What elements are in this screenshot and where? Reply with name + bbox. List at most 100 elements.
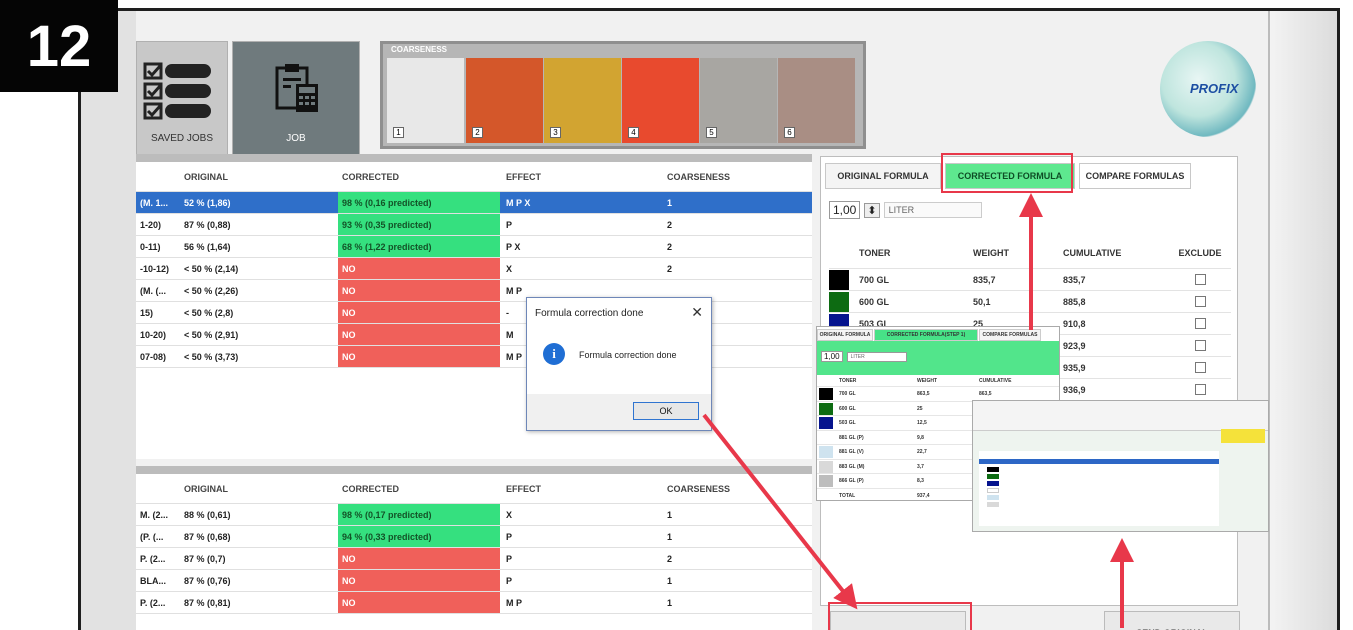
inset-swatch <box>819 402 833 415</box>
job-clipboard-icon <box>275 64 318 112</box>
toner-cumulative: 936,9 <box>1063 384 1086 395</box>
unit-select[interactable]: LITER <box>883 202 982 218</box>
coarseness-swatch-3[interactable]: 3 <box>544 58 621 143</box>
saved-jobs-button[interactable]: SAVED JOBS <box>136 41 228 157</box>
swatch-number: 3 <box>550 127 561 138</box>
inset-swatch <box>819 417 833 429</box>
inset-col-weight: WEIGHT <box>917 378 937 384</box>
toner-color-swatch <box>829 270 849 290</box>
formula-row[interactable]: 600 GL 50,1 885,8 <box>829 291 1231 313</box>
close-icon[interactable]: ✕ <box>691 304 703 321</box>
col-effect: EFFECT <box>506 483 541 494</box>
quantity-input[interactable]: 1,00 <box>829 201 861 219</box>
col-effect: EFFECT <box>506 171 541 182</box>
exclude-checkbox[interactable] <box>1194 318 1206 329</box>
row-coarseness: 1 <box>667 509 673 520</box>
exclude-cell <box>1175 269 1225 290</box>
inset2-swatch <box>987 474 999 479</box>
formula-row[interactable]: 700 GL 835,7 835,7 <box>829 269 1231 291</box>
row-name: (P. (... <box>140 531 164 542</box>
corrected-tab-highlight <box>941 153 1073 193</box>
row-name: (M. 1... <box>140 197 169 208</box>
row-corrected: 98 % (0,17 predicted) <box>338 504 500 525</box>
exclude-cell <box>1175 357 1225 378</box>
toner-cumulative: 910,8 <box>1063 318 1086 329</box>
dialog-title: Formula correction done <box>535 308 644 319</box>
coarseness-swatch-6[interactable]: 6 <box>778 58 855 143</box>
toner-weight: 835,7 <box>973 274 996 285</box>
send-original-button[interactable]: SEND ORIGINAL <box>1104 611 1240 630</box>
row-corrected: NO <box>338 346 500 367</box>
tab-compare-formulas[interactable]: COMPARE FORMULAS <box>1079 163 1191 189</box>
profix-logo: PROFIX <box>1160 41 1256 137</box>
inset-toner: 503 GL <box>839 420 856 426</box>
inset-weight: 9,8 <box>917 434 924 441</box>
table-row[interactable]: 0-11) 56 % (1,64) 68 % (1,22 predicted) P X… <box>136 236 812 258</box>
exclude-checkbox[interactable] <box>1194 296 1206 307</box>
coarseness-swatch-4[interactable]: 4 <box>622 58 699 143</box>
coarseness-swatch-5[interactable]: 5 <box>700 58 777 143</box>
row-name: 10-20) <box>140 329 167 340</box>
row-effect: P <box>506 219 513 230</box>
table-row[interactable]: P. (2... 87 % (0,7) NO P 2 <box>136 548 812 570</box>
step-number-badge: 12 <box>0 0 118 92</box>
exclude-checkbox[interactable] <box>1194 274 1206 285</box>
inset-swatch <box>819 431 833 444</box>
table-row[interactable]: 1-20) 87 % (0,88) 93 % (0,35 predicted) P 2 <box>136 214 812 236</box>
inset-weight: 937,4 <box>917 492 930 499</box>
quantity-stepper[interactable]: ⬍ <box>864 202 880 218</box>
col-original: ORIGINAL <box>184 171 228 182</box>
row-coarseness: 1 <box>667 197 673 208</box>
col-original: ORIGINAL <box>184 483 228 494</box>
row-original: < 50 % (2,14) <box>184 263 239 274</box>
table-row[interactable]: (M. 1... 52 % (1,86) 98 % (0,16 predicted)… <box>136 192 812 214</box>
col-cumulative: CUMULATIVE <box>1063 247 1122 258</box>
row-original: 87 % (0,81) <box>184 597 231 608</box>
row-name: M. (2... <box>140 509 169 520</box>
tab-original-formula[interactable]: ORIGINAL FORMULA <box>825 163 941 189</box>
dialog-message: Formula correction done <box>579 350 677 360</box>
coarseness-swatch-2[interactable]: 2 <box>466 58 543 143</box>
coarseness-title: COARSENESS <box>391 45 448 54</box>
ok-button[interactable]: OK <box>633 402 699 420</box>
inset-weight: 863,5 <box>917 391 930 397</box>
swatch-number: 5 <box>706 127 717 138</box>
table-row[interactable]: (P. (... 87 % (0,68) 94 % (0,33 predicted)… <box>136 526 812 548</box>
inset-swatch <box>819 460 833 473</box>
inset-header-row: TONER WEIGHT CUMULATIVE <box>817 375 1059 387</box>
row-coarseness: 1 <box>667 575 673 586</box>
inset-swatch <box>819 446 833 458</box>
bottom-button-highlight <box>828 602 972 630</box>
row-name: P. (2... <box>140 553 166 564</box>
row-corrected: NO <box>338 258 500 279</box>
table-header: ORIGINAL CORRECTED EFFECT COARSENESS <box>136 162 812 192</box>
table-row[interactable]: -10-12) < 50 % (2,14) NO X 2 <box>136 258 812 280</box>
job-button[interactable]: JOB <box>232 41 360 157</box>
quantity-row: 1,00 ⬍ LITER <box>829 199 982 221</box>
inset-tab-compare: COMPARE FORMULAS <box>979 329 1041 341</box>
inset-toner: 600 GL <box>839 405 856 412</box>
row-name: 07-08) <box>140 351 167 362</box>
inset-weight: 8,3 <box>917 478 924 484</box>
formula-correction-dialog: Formula correction done ✕ i Formula corr… <box>526 297 712 431</box>
row-name: P. (2... <box>140 597 166 608</box>
exclude-cell <box>1175 335 1225 356</box>
table-row[interactable]: M. (2... 88 % (0,61) 98 % (0,17 predicted)… <box>136 504 812 526</box>
monitor-bezel <box>1268 11 1337 630</box>
row-effect: P <box>506 553 513 564</box>
row-original: 52 % (1,86) <box>184 197 231 208</box>
exclude-checkbox[interactable] <box>1194 362 1206 373</box>
row-coarseness: 1 <box>667 597 673 608</box>
coarseness-swatch-1[interactable]: 1 <box>387 58 464 143</box>
inset-quantity-row: 1,00 LITER <box>821 351 907 362</box>
row-original: 56 % (1,64) <box>184 241 231 252</box>
exclude-checkbox[interactable] <box>1194 384 1206 395</box>
row-effect: P <box>506 575 513 586</box>
table-row[interactable]: P. (2... 87 % (0,81) NO M P 1 <box>136 592 812 614</box>
row-corrected: 68 % (1,22 predicted) <box>338 236 500 257</box>
exclude-checkbox[interactable] <box>1194 340 1206 351</box>
toner-color-swatch <box>829 292 849 312</box>
inset2-header <box>973 401 1268 431</box>
table-row[interactable]: BLA... 87 % (0,76) NO P 1 <box>136 570 812 592</box>
row-corrected: NO <box>338 592 500 613</box>
